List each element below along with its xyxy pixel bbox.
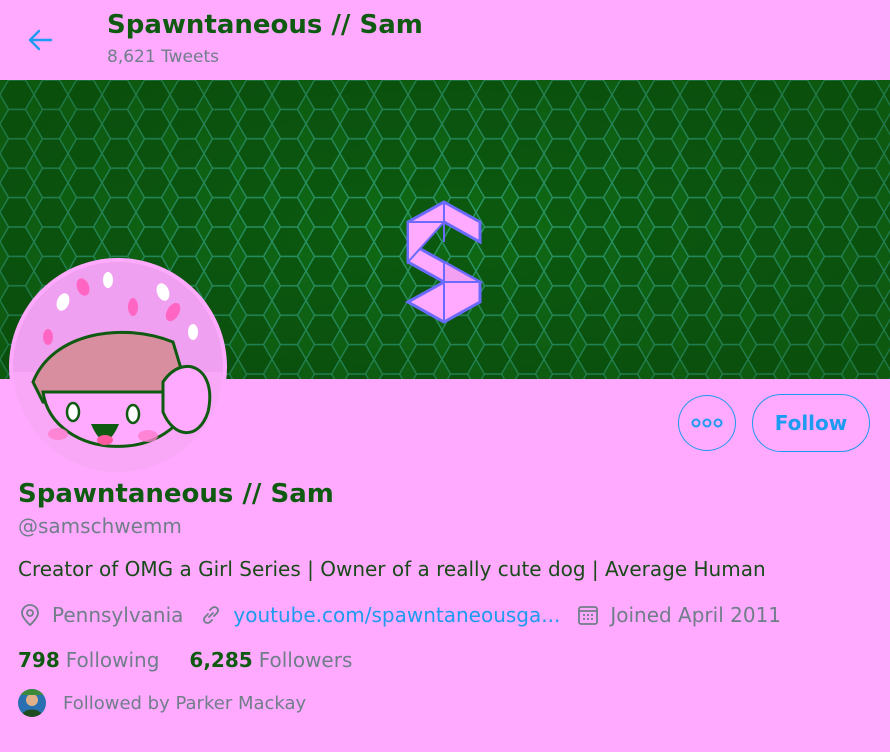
avatar[interactable] bbox=[9, 258, 227, 476]
joined-item: Joined April 2011 bbox=[576, 603, 781, 627]
more-options-button[interactable] bbox=[678, 395, 736, 451]
header-title: Spawntaneous // Sam bbox=[107, 10, 423, 40]
following-stat[interactable]: 798 Following bbox=[18, 648, 159, 672]
following-count: 798 bbox=[18, 648, 60, 672]
website-link[interactable]: youtube.com/spawntaneousga... bbox=[233, 603, 560, 627]
followed-by[interactable]: Followed by Parker Mackay bbox=[18, 688, 306, 718]
back-button[interactable] bbox=[20, 20, 60, 60]
profile-meta: Pennsylvania youtube.com/spawntaneousga.… bbox=[18, 600, 781, 630]
followers-count: 6,285 bbox=[189, 648, 253, 672]
followers-stat[interactable]: 6,285 Followers bbox=[189, 648, 352, 672]
followed-by-text: Followed by Parker Mackay bbox=[63, 692, 307, 714]
follow-button[interactable]: Follow bbox=[752, 394, 870, 452]
website-item[interactable]: youtube.com/spawntaneousga... bbox=[199, 603, 560, 627]
location-pin-icon bbox=[21, 604, 39, 627]
top-bar: Spawntaneous // Sam 8,621 Tweets bbox=[0, 0, 890, 80]
profile-name: Spawntaneous // Sam bbox=[18, 479, 334, 509]
avatar-image bbox=[13, 262, 223, 472]
tweet-count: 8,621 Tweets bbox=[107, 47, 219, 67]
profile-handle: @samschwemm bbox=[18, 514, 182, 538]
location-text: Pennsylvania bbox=[52, 603, 184, 627]
joined-text: Joined April 2011 bbox=[610, 603, 782, 627]
more-horizontal-icon bbox=[691, 418, 723, 428]
link-icon bbox=[203, 606, 220, 624]
profile-stats: 798 Following 6,285 Followers bbox=[18, 645, 352, 675]
location-item: Pennsylvania bbox=[18, 603, 183, 627]
arrow-left-icon bbox=[28, 29, 53, 51]
followers-label: Followers bbox=[258, 648, 353, 672]
follower-avatar bbox=[18, 689, 46, 717]
calendar-icon bbox=[578, 606, 599, 625]
profile-bio: Creator of OMG a Girl Series | Owner of … bbox=[18, 557, 766, 581]
following-label: Following bbox=[65, 648, 160, 672]
